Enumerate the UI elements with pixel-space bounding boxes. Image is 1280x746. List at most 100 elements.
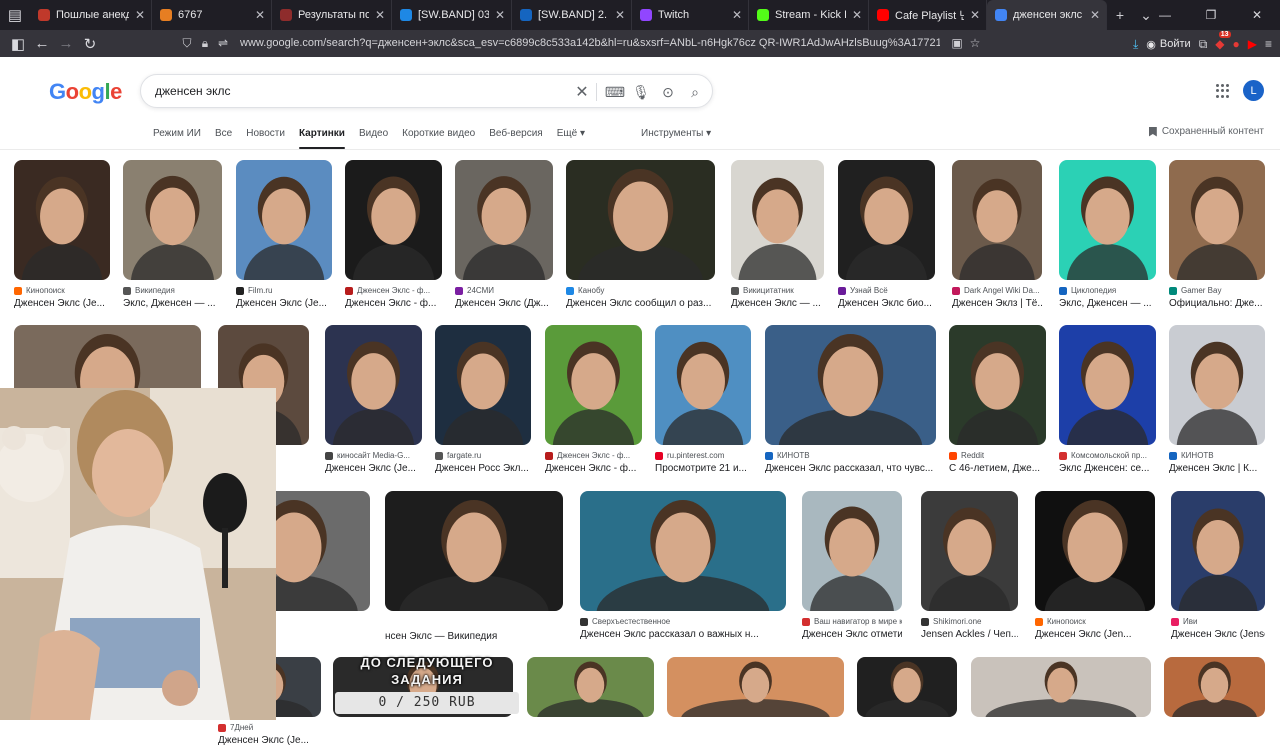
tab-images[interactable]: Картинки	[298, 128, 345, 149]
image-result[interactable]: Сверхъестественное Дженсен Эклс рассказал…	[580, 491, 786, 640]
result-source[interactable]: Shikimori.one	[921, 617, 1018, 626]
browser-tab[interactable]: Twitch ✕	[632, 0, 749, 30]
extension-badge-icon[interactable]: ◆ 13	[1215, 31, 1231, 51]
result-caption[interactable]: Эклс, Дженсен — ...	[1059, 298, 1156, 309]
google-logo[interactable]: Google	[49, 79, 122, 105]
tab-web[interactable]: Веб-версия	[489, 128, 543, 148]
result-caption[interactable]: Дженсен Эклс (Дж...	[455, 298, 553, 309]
result-thumbnail[interactable]	[345, 160, 442, 280]
image-result[interactable]: ru.pinterest.com Просмотрите 21 и...	[655, 325, 751, 474]
result-thumbnail[interactable]	[14, 160, 110, 280]
browser-tab[interactable]: Stream - Kick Dashboa ✕	[749, 0, 869, 30]
result-thumbnail[interactable]	[385, 491, 563, 611]
result-caption[interactable]: Дженсен Эклс | К...	[1169, 463, 1265, 474]
tab-videos[interactable]: Видео	[359, 128, 388, 148]
close-tab-icon[interactable]: ✕	[1090, 8, 1100, 22]
clear-search-icon[interactable]: ✕	[571, 81, 593, 103]
result-source[interactable]: Gamer Bay	[1169, 286, 1265, 295]
close-tab-icon[interactable]: ✕	[255, 8, 265, 22]
forward-button[interactable]: →	[54, 32, 78, 56]
close-tab-icon[interactable]: ✕	[495, 8, 505, 22]
close-tab-icon[interactable]: ✕	[615, 8, 625, 22]
result-thumbnail[interactable]	[1035, 491, 1155, 611]
extension-youtube-icon[interactable]: ▶	[1248, 37, 1257, 51]
result-caption[interactable]: Официально: Дже...	[1169, 298, 1265, 309]
result-source[interactable]: Reddit	[949, 451, 1046, 460]
browser-tab[interactable]: Cafe Playlist 넌 왜 ✕	[869, 0, 987, 30]
menu-icon[interactable]: ≡	[1265, 37, 1272, 51]
browser-tab[interactable]: Пошлые анекдоты са ✕	[30, 0, 152, 30]
result-caption[interactable]: Дженсен Эклс рассказал, что чувс...	[765, 463, 936, 474]
restore-button[interactable]: ❐	[1188, 0, 1234, 30]
result-source[interactable]: Комсомольской пр...	[1059, 451, 1156, 460]
result-caption[interactable]: С 46-летием, Дже...	[949, 463, 1046, 474]
image-result[interactable]: Dark Angel Wiki Da... Дженсен Эклз | Тё..…	[952, 160, 1042, 309]
back-button[interactable]: ←	[30, 32, 54, 56]
result-source[interactable]: киносайт Media-G...	[325, 451, 422, 460]
url-text[interactable]: www.google.com/search?q=дженсен+эклс&sca…	[240, 37, 940, 49]
result-source[interactable]: КИНОТВ	[1169, 451, 1265, 460]
result-source[interactable]: Иви	[1171, 617, 1265, 626]
image-result[interactable]	[1164, 657, 1265, 717]
result-thumbnail[interactable]	[545, 325, 642, 445]
result-source[interactable]: Узнай Всё	[838, 286, 935, 295]
minimize-button[interactable]: —	[1142, 0, 1188, 30]
search-icon[interactable]: ⌕	[684, 81, 706, 103]
image-result[interactable]: Иви Дженсен Эклс (Jensen ...	[1171, 491, 1265, 640]
search-box[interactable]: дженсен эклс ✕ ⌨ 🎙︎ ⊙ ⌕	[140, 74, 713, 108]
result-thumbnail[interactable]	[236, 160, 332, 280]
downloads-icon[interactable]: ⤓	[1133, 37, 1138, 52]
shield-icon[interactable]: ⛉	[178, 36, 196, 51]
lock-icon[interactable]: 🔒︎	[196, 36, 214, 51]
result-thumbnail[interactable]	[949, 325, 1046, 445]
image-result[interactable]: Reddit С 46-летием, Дже...	[949, 325, 1046, 474]
result-caption[interactable]: нсен Эклс — Википедия	[385, 631, 563, 642]
image-result[interactable]: Film.ru Дженсен Эклс (Je...	[236, 160, 332, 309]
tab-more[interactable]: Ещё ▾	[557, 128, 585, 148]
result-source[interactable]: Кинопоиск	[1035, 617, 1155, 626]
result-thumbnail[interactable]	[1164, 657, 1265, 717]
image-result[interactable]: Википедия Эклс, Дженсен — ...	[123, 160, 222, 309]
result-thumbnail[interactable]	[1169, 325, 1265, 445]
close-window-button[interactable]: ✕	[1234, 0, 1280, 30]
image-result[interactable]: Gamer Bay Официально: Дже...	[1169, 160, 1265, 309]
image-result[interactable]: Узнай Всё Дженсен Эклс био...	[838, 160, 935, 309]
saved-content-link[interactable]: Сохраненный контент	[1148, 126, 1264, 137]
result-caption[interactable]: Дженсен Эклс (Je...	[325, 463, 422, 474]
result-source[interactable]: Film.ru	[236, 286, 332, 295]
result-source[interactable]: 7Дней	[218, 723, 321, 732]
result-thumbnail[interactable]	[802, 491, 902, 611]
result-caption[interactable]: Дженсен Эклс (Je...	[236, 298, 332, 309]
close-tab-icon[interactable]: ✕	[852, 8, 862, 22]
keyboard-icon[interactable]: ⌨	[604, 81, 626, 103]
result-caption[interactable]: Дженсен Эклс - ф...	[345, 298, 442, 309]
tab-short-videos[interactable]: Короткие видео	[402, 128, 475, 148]
result-caption[interactable]: Дженсен Эклс рассказал о важных н...	[580, 629, 786, 640]
result-thumbnail[interactable]	[731, 160, 824, 280]
result-caption[interactable]: Эклс, Дженсен — ...	[123, 298, 222, 309]
image-result[interactable]	[527, 657, 654, 717]
result-source[interactable]: Викицитатник	[731, 286, 824, 295]
result-thumbnail[interactable]	[527, 657, 654, 717]
result-source[interactable]: 24СМИ	[455, 286, 553, 295]
result-source[interactable]: КИНОТВ	[765, 451, 936, 460]
result-source[interactable]: ru.pinterest.com	[655, 451, 751, 460]
result-thumbnail[interactable]	[123, 160, 222, 280]
image-result[interactable]: 24СМИ Дженсен Эклс (Дж...	[455, 160, 553, 309]
address-bar[interactable]: ⛉ 🔒︎ ⇌ www.google.com/search?q=дженсен+э…	[178, 32, 998, 54]
result-thumbnail[interactable]	[838, 160, 935, 280]
image-result[interactable]: Дженсен Эклс - ф... Дженсен Эклс - ф...	[545, 325, 642, 474]
result-caption[interactable]: Дженсен Росс Экл...	[435, 463, 531, 474]
image-result[interactable]	[667, 657, 844, 717]
image-result[interactable]: Shikimori.one Jensen Ackles / Чеп...	[921, 491, 1018, 640]
tab-all[interactable]: Все	[215, 128, 232, 148]
permissions-icon[interactable]: ⇌	[214, 36, 232, 50]
result-thumbnail[interactable]	[921, 491, 1018, 611]
sidebar-toggle-icon[interactable]: ◧	[6, 32, 30, 56]
close-tab-icon[interactable]: ✕	[135, 8, 145, 22]
reload-button[interactable]: ↻	[78, 32, 102, 56]
result-source[interactable]: Википедия	[123, 286, 222, 295]
image-result[interactable]: Ваш навигатор в мире кино, музыки, культ…	[802, 491, 902, 640]
image-result[interactable]: нсен Эклс — Википедия	[385, 491, 563, 642]
profile-button[interactable]: ◉ Войти	[1146, 38, 1190, 51]
